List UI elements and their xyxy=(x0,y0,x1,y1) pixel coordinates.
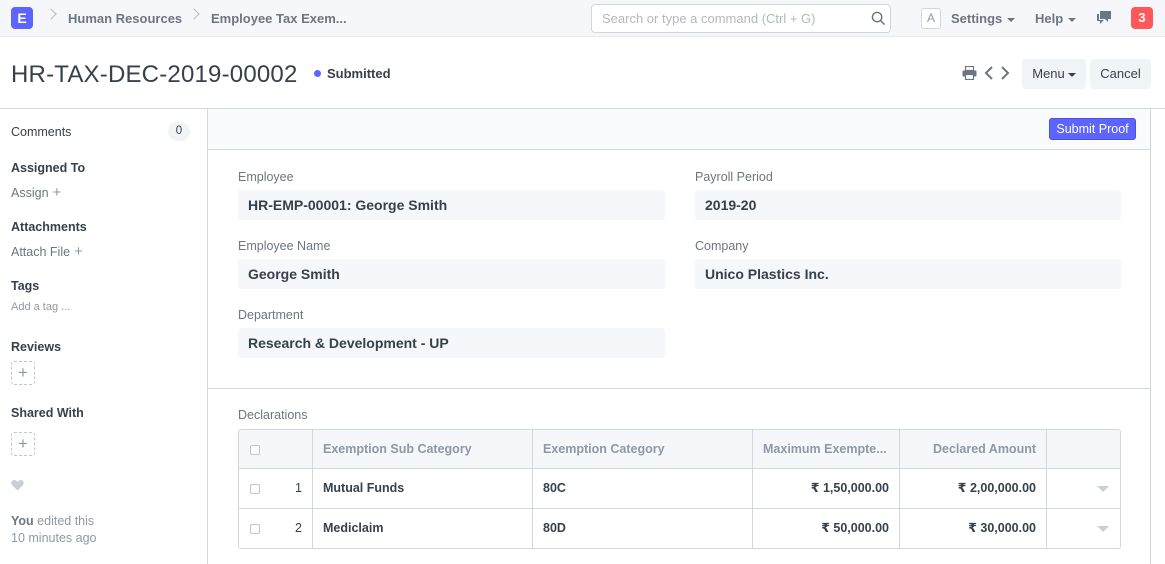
max-exempted-cell[interactable]: ₹ 50,000.00 xyxy=(753,509,900,548)
table-header-row: Exemption Sub Category Exemption Categor… xyxy=(239,430,1120,469)
plus-icon: + xyxy=(52,184,62,201)
previous-record-icon[interactable] xyxy=(984,66,994,80)
declarations-label: Declarations xyxy=(238,408,308,422)
department-field[interactable]: Research & Development - UP xyxy=(238,328,665,358)
declarations-table: Exemption Sub Category Exemption Categor… xyxy=(238,429,1121,549)
attach-file-link[interactable]: Attach File + xyxy=(11,243,83,260)
search-icon[interactable] xyxy=(871,11,886,26)
max-exempted-cell[interactable]: ₹ 1,50,000.00 xyxy=(753,469,900,508)
form-toolbar: Submit Proof xyxy=(208,109,1150,150)
notification-badge[interactable]: 3 xyxy=(1131,7,1153,29)
assign-link-text: Assign xyxy=(11,186,49,200)
search-box[interactable] xyxy=(591,4,891,33)
breadcrumb-human-resources[interactable]: Human Resources xyxy=(68,11,182,26)
chat-icon[interactable] xyxy=(1096,10,1112,25)
attachments-label: Attachments xyxy=(11,220,87,234)
assign-link[interactable]: Assign + xyxy=(11,184,61,201)
employee-field[interactable]: HR-EMP-00001: George Smith xyxy=(238,190,665,220)
menu-button[interactable]: Menu xyxy=(1022,59,1086,89)
row-expand-icon[interactable] xyxy=(1097,526,1109,532)
column-header[interactable]: Exemption Category xyxy=(533,430,753,468)
category-cell[interactable]: 80C xyxy=(533,469,753,508)
declared-amount-cell[interactable]: ₹ 30,000.00 xyxy=(900,509,1047,548)
row-index-cell: 1 xyxy=(239,469,313,508)
category-cell[interactable]: 80D xyxy=(533,509,753,548)
plus-icon: + xyxy=(74,243,83,260)
department-label: Department xyxy=(238,308,304,322)
row-index-cell: 2 xyxy=(239,509,313,548)
employee-name-label: Employee Name xyxy=(238,239,331,253)
sub-category-cell[interactable]: Mutual Funds xyxy=(313,469,533,508)
table-row[interactable]: 1 Mutual Funds 80C ₹ 1,50,000.00 ₹ 2,00,… xyxy=(239,469,1120,509)
table-row[interactable]: 2 Mediclaim 80D ₹ 50,000.00 ₹ 30,000.00 xyxy=(239,509,1120,548)
select-all-cell xyxy=(239,430,313,468)
payroll-period-field[interactable]: 2019-20 xyxy=(695,190,1121,220)
employee-name-field[interactable]: George Smith xyxy=(238,259,665,289)
comments-count-badge: 0 xyxy=(168,122,190,141)
edit-user: You xyxy=(11,514,34,528)
comments-label[interactable]: Comments xyxy=(11,125,71,139)
edit-time: 10 minutes ago xyxy=(11,531,97,545)
app-logo[interactable]: E xyxy=(11,7,33,29)
caret-down-icon xyxy=(1007,17,1016,22)
tags-label: Tags xyxy=(11,279,40,293)
print-icon[interactable] xyxy=(962,66,977,80)
page-head: HR-TAX-DEC-2019-00002 Submitted Menu Can… xyxy=(0,37,1165,109)
help-dropdown[interactable]: Help xyxy=(1035,11,1077,26)
status-badge: Submitted xyxy=(327,66,391,81)
add-review-button[interactable]: + xyxy=(11,361,35,385)
last-edit-info: You edited this xyxy=(11,514,94,528)
payroll-period-label: Payroll Period xyxy=(695,170,773,184)
help-label: Help xyxy=(1035,11,1064,26)
breadcrumb-chevron-icon xyxy=(45,8,57,20)
column-header[interactable]: Exemption Sub Category xyxy=(313,430,533,468)
column-header[interactable]: Declared Amount xyxy=(900,430,1047,468)
next-record-icon[interactable] xyxy=(1000,66,1010,80)
page-title: HR-TAX-DEC-2019-00002 xyxy=(11,61,298,88)
navbar: E Human Resources Employee Tax Exem... A… xyxy=(0,0,1165,37)
form-sidebar: Comments 0 Assigned To Assign + Attachmen… xyxy=(0,109,207,564)
edit-action: edited this xyxy=(37,514,95,528)
declared-amount-cell[interactable]: ₹ 2,00,000.00 xyxy=(900,469,1047,508)
menu-label: Menu xyxy=(1032,66,1065,81)
company-field[interactable]: Unico Plastics Inc. xyxy=(695,259,1121,289)
row-index: 2 xyxy=(295,521,302,535)
search-input[interactable] xyxy=(602,11,862,26)
submit-proof-button[interactable]: Submit Proof xyxy=(1049,118,1136,140)
section-divider xyxy=(208,388,1150,389)
reviews-label: Reviews xyxy=(11,340,62,354)
row-index: 1 xyxy=(295,481,302,495)
row-checkbox[interactable] xyxy=(250,484,260,494)
settings-label: Settings xyxy=(951,11,1003,26)
caret-down-icon xyxy=(1068,17,1077,22)
heart-icon[interactable] xyxy=(11,479,24,491)
status-indicator-icon xyxy=(314,70,321,77)
row-expand-icon[interactable] xyxy=(1097,486,1109,492)
add-share-button[interactable]: + xyxy=(11,432,35,456)
employee-label: Employee xyxy=(238,170,294,184)
form-main: Submit Proof Employee HR-EMP-00001: Geor… xyxy=(207,109,1151,564)
assigned-to-label: Assigned To xyxy=(11,161,86,175)
breadcrumb-chevron-icon xyxy=(188,8,200,20)
attach-file-text: Attach File xyxy=(11,245,71,259)
select-all-checkbox[interactable] xyxy=(250,445,260,455)
settings-dropdown[interactable]: Settings xyxy=(951,11,1016,26)
add-tag-link[interactable]: Add a tag ... xyxy=(11,301,70,313)
row-actions-header xyxy=(1047,430,1120,468)
sub-category-cell[interactable]: Mediclaim xyxy=(313,509,533,548)
column-header[interactable]: Maximum Exempte... xyxy=(753,430,900,468)
cancel-button[interactable]: Cancel xyxy=(1090,59,1151,89)
caret-down-icon xyxy=(1067,72,1076,77)
company-label: Company xyxy=(695,239,749,253)
breadcrumb-employee-tax-exemption[interactable]: Employee Tax Exem... xyxy=(211,11,347,26)
shared-with-label: Shared With xyxy=(11,406,84,420)
row-checkbox[interactable] xyxy=(250,524,260,534)
user-avatar[interactable]: A xyxy=(921,8,941,29)
